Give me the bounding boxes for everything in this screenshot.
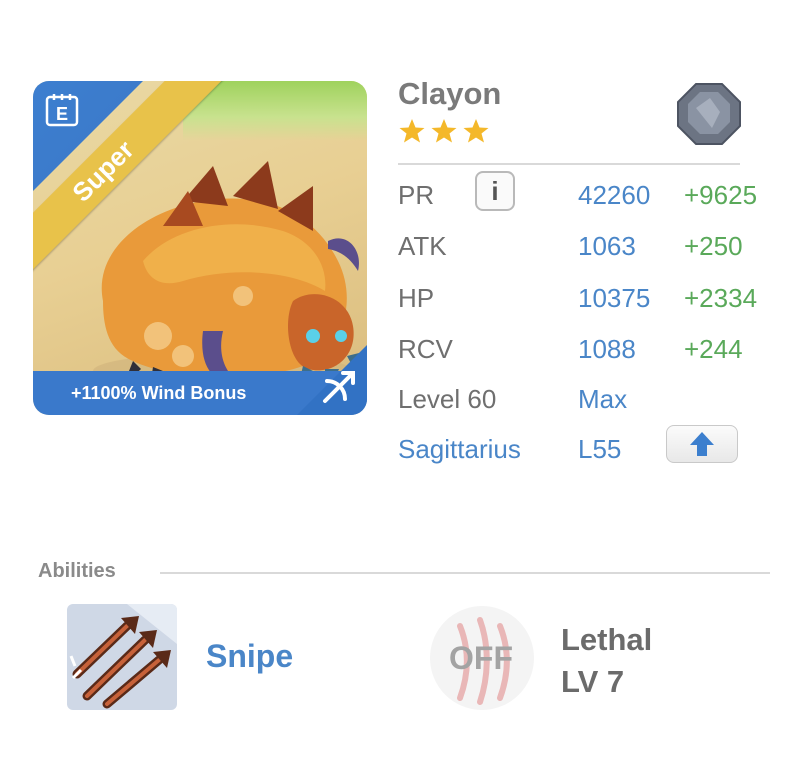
snipe-arrows-icon [67,604,177,710]
monster-name: Clayon [398,76,502,111]
up-arrow-icon [690,432,714,456]
ability-off-status[interactable]: OFF [449,640,513,677]
lethal-ability-name[interactable]: Lethal [561,622,652,658]
rcv-value: 1088 [578,334,636,364]
star-icon [463,119,489,143]
abilities-divider [160,572,770,574]
atk-value: 1063 [578,231,636,261]
abilities-header: Abilities [38,560,116,582]
hp-bonus: +2334 [684,283,758,313]
upgrade-button[interactable] [666,425,738,463]
svg-text:E: E [56,104,68,124]
pr-value: 42260 [578,180,651,210]
header-divider [398,163,740,165]
edit-note-icon[interactable]: E [45,93,79,127]
pr-label: PR [398,180,435,210]
hp-label: HP [398,283,435,313]
wind-bonus-label: +1100% Wind Bonus [71,383,247,403]
rcv-bonus: +244 [684,334,743,364]
level-label: Level 60 [398,384,497,414]
lethal-ability-level: LV 7 [561,664,625,699]
monster-card[interactable]: Super E +1100% Wind Bonus [33,81,367,415]
zodiac-level: L55 [578,434,622,464]
star-icon [399,119,425,143]
atk-bonus: +250 [684,231,743,261]
info-button[interactable]: i [475,171,515,211]
snipe-ability-name[interactable]: Snipe [206,638,293,675]
rcv-label: RCV [398,334,453,364]
rock-icon[interactable] [676,82,742,146]
bow-arrow-icon [323,371,355,403]
snipe-ability-icon[interactable] [67,604,177,710]
atk-label: ATK [398,231,447,261]
level-value: Max [578,384,628,414]
star-icon [431,119,457,143]
zodiac-label[interactable]: Sagittarius [398,434,521,465]
pr-bonus: +9625 [684,180,758,210]
hp-value: 10375 [578,283,651,313]
info-icon: i [491,176,499,206]
star-rating [399,119,489,143]
